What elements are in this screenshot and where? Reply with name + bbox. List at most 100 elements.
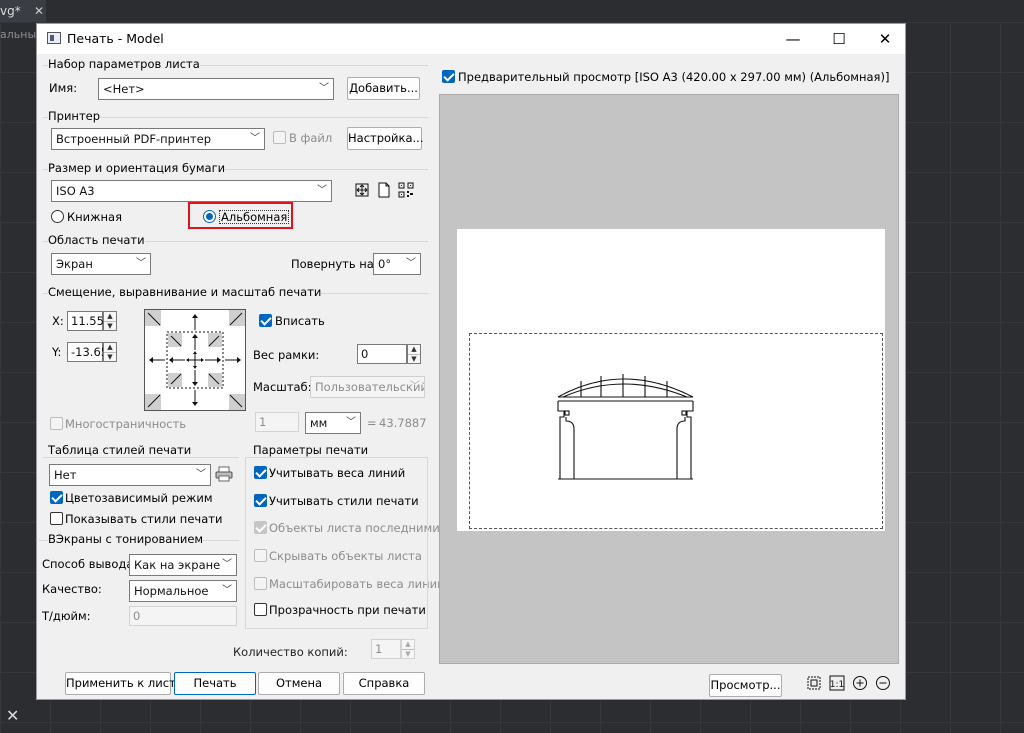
equals-sign: = (367, 416, 377, 430)
style-table-value: Нет (54, 468, 77, 482)
zoom-in-icon[interactable] (851, 675, 869, 693)
zoom-extents-icon[interactable] (805, 675, 823, 693)
print-options-group-label: Параметры печати (253, 443, 369, 457)
print-to-file-checkbox[interactable] (273, 131, 286, 144)
scale-select[interactable]: Пользовательский ﹀ (310, 376, 425, 398)
unit-value: мм (310, 416, 328, 430)
chevron-down-icon: ﹀ (410, 381, 420, 392)
document-tab-title: vg* (0, 4, 21, 18)
x-label: X: (52, 314, 64, 328)
preview-button[interactable]: Просмотр... (709, 674, 782, 697)
print-dialog: Печать - Model — ☐ ✕ Набор параметров ли… (36, 23, 906, 700)
cancel-button[interactable]: Отмена (258, 672, 340, 695)
x-offset-spinner[interactable]: ▲ ▼ (103, 311, 117, 331)
apply-to-layout-button[interactable]: Применить к листу (65, 672, 183, 695)
printer-settings-button[interactable]: Настройка... (347, 127, 424, 150)
print-to-file-label: В файл (289, 131, 333, 145)
preview-drawing (557, 374, 694, 480)
quality-select[interactable]: Нормальное ﹀ (129, 580, 237, 602)
close-button[interactable]: ✕ (863, 24, 907, 54)
spin-down-icon[interactable]: ▼ (402, 650, 414, 659)
chevron-down-icon: ﹀ (250, 133, 260, 144)
print-area-value: Экран (56, 257, 93, 271)
print-area-select[interactable]: Экран ﹀ (51, 253, 151, 275)
scale-label: Масштаб: (253, 380, 312, 394)
alignment-grid[interactable] (144, 309, 246, 411)
chevron-down-icon: ﹀ (346, 417, 356, 428)
portrait-label: Книжная (67, 210, 123, 224)
document-tab-close-icon[interactable]: ✕ (34, 0, 44, 22)
y-offset-input[interactable]: -13.65 (67, 342, 108, 362)
spin-up-icon[interactable]: ▲ (408, 345, 420, 355)
output-label: Способ вывода: (42, 557, 138, 571)
unit-select[interactable]: мм ﹀ (305, 412, 361, 434)
color-dependent-checkbox[interactable] (50, 491, 63, 504)
print-options-box (245, 457, 428, 629)
chevron-down-icon: ﹀ (136, 258, 146, 269)
preview-checkbox[interactable] (442, 70, 455, 83)
spin-down-icon[interactable]: ▼ (104, 322, 116, 331)
style-table-select[interactable]: Нет ﹀ (49, 464, 211, 486)
y-offset-spinner[interactable]: ▲ ▼ (103, 342, 117, 362)
app-window-icon (47, 32, 61, 44)
paper-size-select[interactable]: ISO A3 ﹀ (51, 180, 332, 202)
spin-up-icon[interactable]: ▲ (104, 312, 116, 322)
add-page-setup-button[interactable]: Добавить... (347, 77, 420, 100)
printer-group-label: Принтер (48, 109, 101, 123)
zoom-one-to-one-icon[interactable]: 1:1 (828, 675, 846, 693)
offset-group-label: Смещение, выравнивание и масштаб печати (48, 285, 322, 299)
multipage-checkbox[interactable] (50, 417, 63, 430)
y-label: Y: (52, 345, 62, 359)
chevron-down-icon: ﹀ (222, 559, 232, 570)
name-label: Имя: (49, 81, 78, 95)
spin-down-icon[interactable]: ▼ (104, 353, 116, 362)
copies-label: Количество копий: (233, 645, 348, 659)
print-button[interactable]: Печать (174, 672, 256, 695)
page-icon[interactable] (375, 182, 393, 200)
printer-select[interactable]: Встроенный PDF-принтер ﹀ (51, 128, 265, 150)
preview-paper-sheet (457, 229, 885, 531)
style-table-frame (43, 457, 239, 458)
show-styles-checkbox[interactable] (50, 512, 63, 525)
dpi-input[interactable]: 0 (129, 606, 237, 626)
chevron-down-icon: ﹀ (317, 185, 327, 196)
dialog-title: Печать - Model (67, 31, 164, 46)
spin-down-icon[interactable]: ▼ (408, 355, 420, 364)
spin-up-icon[interactable]: ▲ (104, 343, 116, 353)
portrait-radio[interactable] (51, 210, 64, 223)
printer-value: Встроенный PDF-принтер (56, 132, 212, 146)
chevron-down-icon: ﹀ (196, 469, 206, 480)
fit-checkbox[interactable] (259, 314, 272, 327)
scale-num-input[interactable]: 1 (255, 412, 299, 432)
paper-size-value: ISO A3 (56, 184, 95, 198)
scale-value: Пользовательский (315, 380, 425, 394)
help-button[interactable]: Справка (343, 672, 425, 695)
maximize-button[interactable]: ☐ (817, 24, 861, 54)
paper-fit-icon[interactable] (353, 182, 371, 200)
copies-input[interactable]: 1 (371, 639, 401, 659)
frame-weight-input[interactable]: 0 (357, 344, 407, 364)
qr-code-icon[interactable] (397, 182, 415, 200)
zoom-out-icon[interactable] (874, 675, 892, 693)
multipage-label: Многостраничность (65, 417, 187, 431)
document-tab[interactable]: vg* ✕ (0, 0, 46, 22)
background-close-icon[interactable]: ✕ (6, 706, 19, 725)
x-offset-input[interactable]: 11.55 (67, 311, 104, 331)
shaded-group-label: ВЭкраны с тонированием (48, 532, 204, 546)
rotate-select[interactable]: 0° ﹀ (373, 253, 421, 275)
output-select[interactable]: Как на экране ﹀ (129, 554, 237, 576)
minimize-button[interactable]: — (771, 24, 815, 54)
frame-weight-spinner[interactable]: ▲ ▼ (407, 344, 421, 364)
highlight-box (188, 202, 293, 229)
preview-pane[interactable] (439, 94, 899, 664)
rotate-label: Повернуть на: (291, 257, 378, 271)
printer-edit-icon[interactable] (215, 466, 233, 484)
print-area-group-label: Область печати (48, 233, 145, 247)
copies-spinner[interactable]: ▲ ▼ (401, 639, 415, 659)
style-table-group-label: Таблица стилей печати (48, 443, 192, 457)
quality-label: Качество: (42, 582, 102, 596)
page-setup-name-select[interactable]: <Нет> ﹀ (98, 78, 334, 100)
quality-value: Нормальное (134, 584, 209, 598)
show-styles-label: Показывать стили печати (65, 512, 223, 526)
spin-up-icon[interactable]: ▲ (402, 640, 414, 650)
